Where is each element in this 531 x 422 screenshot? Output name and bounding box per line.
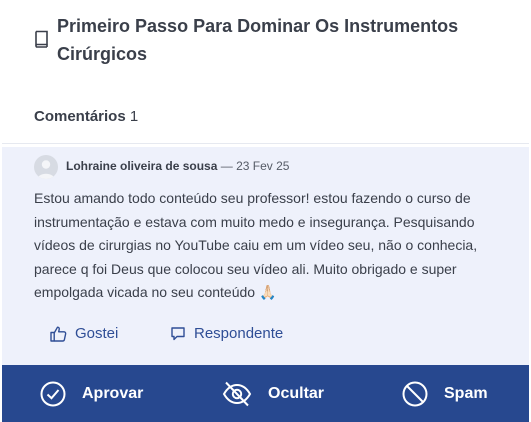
like-button[interactable]: Gostei: [50, 325, 118, 342]
block-icon: [402, 381, 428, 406]
comment-separator: —: [220, 159, 233, 173]
comments-label: Comentários: [34, 108, 126, 125]
spam-button[interactable]: Spam: [402, 365, 488, 422]
comments-header: Comentários 1: [34, 108, 138, 125]
comment-meta: Lohraine oliveira de sousa — 23 Fev 25: [66, 159, 289, 173]
thumbs-up-icon: [50, 326, 67, 342]
reply-button[interactable]: Respondente: [170, 325, 283, 342]
book-icon: [33, 30, 49, 48]
spam-label: Spam: [444, 384, 488, 402]
moderation-bar: Aprovar Ocultar Spam: [2, 365, 529, 422]
comment-card: Lohraine oliveira de sousa — 23 Fev 25 E…: [2, 147, 529, 365]
like-label: Gostei: [75, 325, 119, 342]
post-title[interactable]: Primeiro Passo Para Dominar Os Instrumen…: [57, 12, 497, 68]
reply-label: Respondente: [194, 325, 284, 342]
approve-label: Aprovar: [82, 384, 144, 402]
hide-label: Ocultar: [268, 384, 325, 402]
divider: [2, 143, 529, 144]
hide-button[interactable]: Ocultar: [222, 365, 324, 422]
avatar: [34, 155, 58, 179]
comments-count: 1: [129, 108, 139, 125]
check-circle-icon: [40, 381, 66, 406]
reply-icon: [171, 326, 185, 340]
eye-slash-icon: [222, 381, 252, 406]
comment-text: Estou amando todo conteúdo seu professor…: [34, 190, 478, 300]
comment-date: 23 Fev 25: [236, 159, 290, 173]
post-header: Primeiro Passo Para Dominar Os Instrumen…: [0, 0, 531, 100]
comment-author[interactable]: Lohraine oliveira de sousa: [66, 159, 217, 173]
approve-button[interactable]: Aprovar: [40, 365, 143, 422]
